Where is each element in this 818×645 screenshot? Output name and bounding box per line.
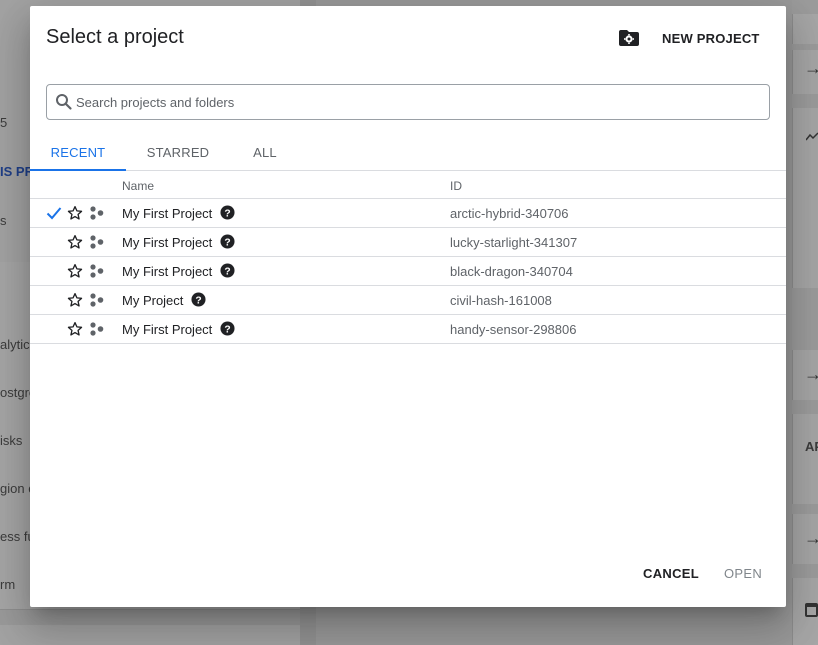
project-name: My First Project <box>122 322 213 337</box>
column-header-id: ID <box>450 179 462 193</box>
svg-text:?: ? <box>224 208 230 219</box>
star-outline-icon[interactable] <box>67 205 83 221</box>
new-project-label: NEW PROJECT <box>662 30 760 46</box>
help-circle-icon[interactable]: ? <box>220 205 235 220</box>
people-icon <box>90 322 104 336</box>
background-left-text: 5 <box>0 115 8 130</box>
background-calendar-icon <box>805 603 818 617</box>
table-row[interactable]: My Project? civil-hash-161008 <box>30 286 786 315</box>
project-id: black-dragon-340704 <box>450 264 573 279</box>
background-left-footer <box>0 625 300 645</box>
dialog-title: Select a project <box>46 26 184 48</box>
help-circle-icon[interactable]: ? <box>220 234 235 249</box>
project-id: handy-sensor-298806 <box>450 322 577 337</box>
table-row[interactable]: My First Project? handy-sensor-298806 <box>30 315 786 344</box>
star-outline-icon[interactable] <box>67 263 83 279</box>
background-left-text: isks <box>0 433 23 448</box>
projects-table: Name ID My First Project? arctic-hybrid-3… <box>30 171 786 344</box>
project-name: My Project <box>122 293 184 308</box>
background-left-text: rm <box>0 577 16 592</box>
tab-all[interactable]: ALL <box>236 134 294 170</box>
background-arrow-icon: → <box>804 58 818 78</box>
tab-recent[interactable]: RECENT <box>30 134 126 171</box>
open-button[interactable]: OPEN <box>724 566 762 581</box>
background-left-text: IS PR <box>0 164 34 179</box>
project-name: My First Project <box>122 264 213 279</box>
folder-settings-icon <box>618 27 640 49</box>
table-row[interactable]: My First Project? black-dragon-340704 <box>30 257 786 286</box>
project-id: civil-hash-161008 <box>450 293 552 308</box>
search-box <box>46 84 770 120</box>
tab-starred[interactable]: STARRED <box>138 134 218 170</box>
search-input[interactable] <box>76 91 756 113</box>
select-project-dialog: Select a project NEW PROJECT RECENT STAR… <box>30 6 786 607</box>
people-icon <box>90 293 104 307</box>
table-row[interactable]: My First Project? arctic-hybrid-340706 <box>30 199 786 228</box>
svg-text:?: ? <box>224 237 230 248</box>
project-name: My First Project <box>122 235 213 250</box>
project-id: arctic-hybrid-340706 <box>450 206 569 221</box>
people-icon <box>90 235 104 249</box>
project-tabs: RECENT STARRED ALL <box>30 134 786 171</box>
help-circle-icon[interactable]: ? <box>191 292 206 307</box>
background-right-card <box>792 14 818 44</box>
svg-text:?: ? <box>224 266 230 277</box>
help-circle-icon[interactable]: ? <box>220 321 235 336</box>
people-icon <box>90 264 104 278</box>
table-body: My First Project? arctic-hybrid-340706 My … <box>30 199 786 344</box>
svg-text:?: ? <box>195 295 201 306</box>
help-circle-icon[interactable]: ? <box>220 263 235 278</box>
table-row[interactable]: My First Project? lucky-starlight-341307 <box>30 228 786 257</box>
background-chart-icon <box>806 132 818 141</box>
search-icon <box>56 94 72 110</box>
new-project-button[interactable]: NEW PROJECT <box>618 26 760 50</box>
project-id: lucky-starlight-341307 <box>450 235 578 250</box>
people-icon <box>90 206 104 220</box>
background-arrow-icon: → <box>804 528 818 548</box>
star-outline-icon[interactable] <box>67 234 83 250</box>
column-header-name: Name <box>122 179 155 193</box>
project-name: My First Project <box>122 206 213 221</box>
background-arrow-icon: → <box>804 364 818 384</box>
star-outline-icon[interactable] <box>67 321 83 337</box>
table-header: Name ID <box>30 171 786 199</box>
star-outline-icon[interactable] <box>67 292 83 308</box>
background-left-text: s <box>0 213 7 228</box>
background-right-card <box>792 414 818 504</box>
check-icon <box>46 207 62 220</box>
background-right-label: AP <box>805 439 818 454</box>
svg-text:?: ? <box>224 324 230 335</box>
cancel-button[interactable]: CANCEL <box>643 566 699 581</box>
